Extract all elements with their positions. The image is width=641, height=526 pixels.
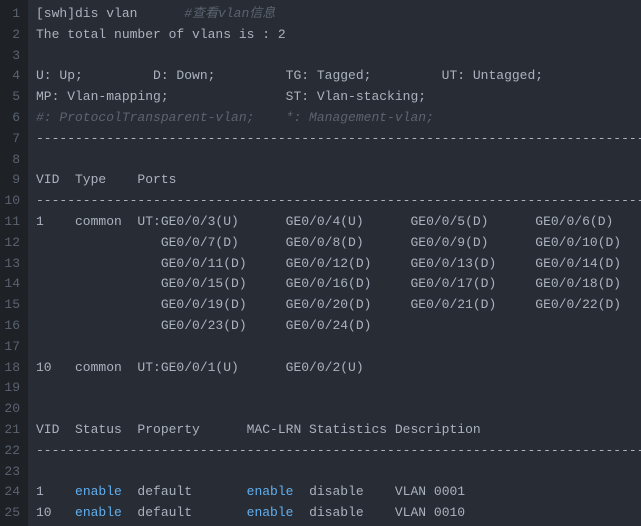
code-editor: 1234567891011121314151617181920212223242… bbox=[0, 0, 641, 526]
code-line: GE0/0/15(D) GE0/0/16(D) GE0/0/17(D) GE0/… bbox=[36, 274, 641, 295]
code-line bbox=[36, 462, 641, 483]
code-token: [swh]dis vlan bbox=[36, 6, 184, 21]
code-token: enable bbox=[75, 484, 122, 499]
code-token: GE0/0/11(D) GE0/0/12(D) GE0/0/13(D) GE0/… bbox=[36, 256, 621, 271]
line-number: 15 bbox=[4, 295, 20, 316]
code-line: 10 common UT:GE0/0/1(U) GE0/0/2(U) bbox=[36, 358, 641, 379]
line-number: 21 bbox=[4, 420, 20, 441]
code-token: ----------------------------------------… bbox=[36, 443, 641, 458]
code-token: GE0/0/7(D) GE0/0/8(D) GE0/0/9(D) GE0/0/1… bbox=[36, 235, 621, 250]
code-line bbox=[36, 46, 641, 67]
code-line bbox=[36, 150, 641, 171]
code-line: ----------------------------------------… bbox=[36, 441, 641, 462]
code-token: MP: Vlan-mapping; ST: Vlan-stacking; bbox=[36, 89, 426, 104]
code-token: ----------------------------------------… bbox=[36, 131, 641, 146]
code-token: enable bbox=[247, 505, 294, 520]
line-number: 5 bbox=[4, 87, 20, 108]
code-line bbox=[36, 399, 641, 420]
line-number: 13 bbox=[4, 254, 20, 275]
code-line: 1 common UT:GE0/0/3(U) GE0/0/4(U) GE0/0/… bbox=[36, 212, 641, 233]
code-token: enable bbox=[75, 505, 122, 520]
code-line: [swh]dis vlan #查看vlan信息 bbox=[36, 4, 641, 25]
code-token: #: ProtocolTransparent-vlan; *: Manageme… bbox=[36, 110, 434, 125]
code-line: VID Type Ports bbox=[36, 170, 641, 191]
line-number: 9 bbox=[4, 170, 20, 191]
code-line: GE0/0/23(D) GE0/0/24(D) bbox=[36, 316, 641, 337]
line-number: 2 bbox=[4, 25, 20, 46]
line-number: 7 bbox=[4, 129, 20, 150]
code-line: GE0/0/7(D) GE0/0/8(D) GE0/0/9(D) GE0/0/1… bbox=[36, 233, 641, 254]
line-number: 11 bbox=[4, 212, 20, 233]
code-line: 10 enable default enable disable VLAN 00… bbox=[36, 503, 641, 524]
code-line: GE0/0/19(D) GE0/0/20(D) GE0/0/21(D) GE0/… bbox=[36, 295, 641, 316]
line-number: 6 bbox=[4, 108, 20, 129]
code-token: default bbox=[122, 484, 247, 499]
line-number: 20 bbox=[4, 399, 20, 420]
line-number: 1 bbox=[4, 4, 20, 25]
code-line: 1 enable default enable disable VLAN 000… bbox=[36, 482, 641, 503]
code-token: disable VLAN 0010 bbox=[293, 505, 465, 520]
code-token: VID Status Property MAC-LRN Statistics D… bbox=[36, 422, 481, 437]
code-line: #: ProtocolTransparent-vlan; *: Manageme… bbox=[36, 108, 641, 129]
code-token: 10 bbox=[36, 505, 75, 520]
code-token: enable bbox=[247, 484, 294, 499]
line-number: 22 bbox=[4, 441, 20, 462]
line-number: 17 bbox=[4, 337, 20, 358]
code-line: ----------------------------------------… bbox=[36, 191, 641, 212]
line-number: 18 bbox=[4, 358, 20, 379]
line-number: 19 bbox=[4, 378, 20, 399]
line-number-gutter: 1234567891011121314151617181920212223242… bbox=[0, 0, 28, 526]
code-area[interactable]: [swh]dis vlan #查看vlan信息 The total number … bbox=[28, 0, 641, 526]
code-token: 1 common UT:GE0/0/3(U) GE0/0/4(U) GE0/0/… bbox=[36, 214, 613, 229]
code-token: default bbox=[122, 505, 247, 520]
code-line: U: Up; D: Down; TG: Tagged; UT: Untagged… bbox=[36, 66, 641, 87]
code-line: GE0/0/11(D) GE0/0/12(D) GE0/0/13(D) GE0/… bbox=[36, 254, 641, 275]
code-token: disable VLAN 0001 bbox=[293, 484, 465, 499]
line-number: 14 bbox=[4, 274, 20, 295]
code-token: 10 common UT:GE0/0/1(U) GE0/0/2(U) bbox=[36, 360, 364, 375]
code-token: #查看vlan信息 bbox=[184, 6, 275, 21]
code-line bbox=[36, 337, 641, 358]
code-line: The total number of vlans is : 2 bbox=[36, 25, 641, 46]
line-number: 23 bbox=[4, 462, 20, 483]
code-token: GE0/0/23(D) GE0/0/24(D) bbox=[36, 318, 371, 333]
code-token: The total number of vlans is : 2 bbox=[36, 27, 286, 42]
line-number: 4 bbox=[4, 66, 20, 87]
line-number: 10 bbox=[4, 191, 20, 212]
code-line: MP: Vlan-mapping; ST: Vlan-stacking; bbox=[36, 87, 641, 108]
line-number: 8 bbox=[4, 150, 20, 171]
line-number: 3 bbox=[4, 46, 20, 67]
code-token: U: Up; D: Down; TG: Tagged; UT: Untagged… bbox=[36, 68, 543, 83]
line-number: 24 bbox=[4, 482, 20, 503]
line-number: 12 bbox=[4, 233, 20, 254]
code-line: ----------------------------------------… bbox=[36, 129, 641, 150]
code-token: 1 bbox=[36, 484, 75, 499]
code-token: GE0/0/19(D) GE0/0/20(D) GE0/0/21(D) GE0/… bbox=[36, 297, 621, 312]
code-line bbox=[36, 378, 641, 399]
line-number: 16 bbox=[4, 316, 20, 337]
code-token: VID Type Ports bbox=[36, 172, 176, 187]
code-token: ----------------------------------------… bbox=[36, 193, 641, 208]
code-line: VID Status Property MAC-LRN Statistics D… bbox=[36, 420, 641, 441]
code-token: GE0/0/15(D) GE0/0/16(D) GE0/0/17(D) GE0/… bbox=[36, 276, 621, 291]
line-number: 25 bbox=[4, 503, 20, 524]
